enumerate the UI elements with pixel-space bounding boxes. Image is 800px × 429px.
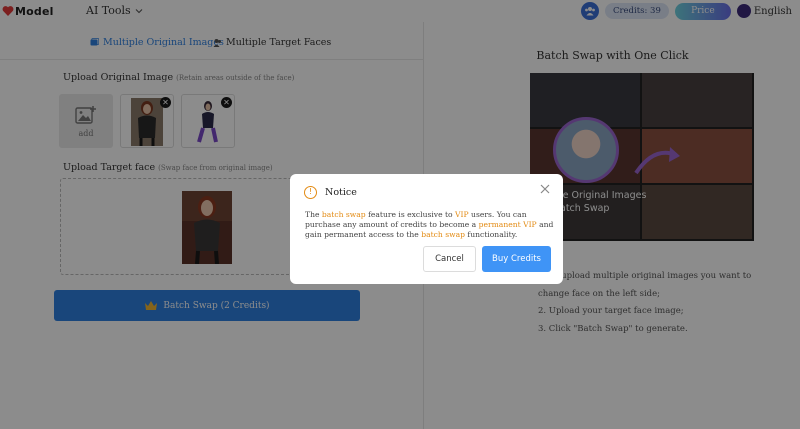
message-text: functionality. <box>465 230 518 239</box>
buy-credits-button[interactable]: Buy Credits <box>482 246 551 272</box>
highlight-text: batch swap <box>321 210 366 219</box>
dialog-title: Notice <box>325 187 357 198</box>
message-text: The <box>305 210 322 219</box>
dialog-header: ! Notice <box>304 186 357 199</box>
notice-dialog: ! Notice The batch swap feature is exclu… <box>290 174 563 284</box>
highlight-text: permanent VIP <box>478 220 537 229</box>
message-text: feature is exclusive to <box>365 210 456 219</box>
dialog-message: The batch swap feature is exclusive to V… <box>305 210 555 240</box>
warning-icon: ! <box>304 186 317 199</box>
cancel-button[interactable]: Cancel <box>423 246 476 272</box>
highlight-text: batch swap <box>421 230 465 239</box>
highlight-text: VIP <box>455 210 469 219</box>
close-icon[interactable] <box>539 183 551 195</box>
